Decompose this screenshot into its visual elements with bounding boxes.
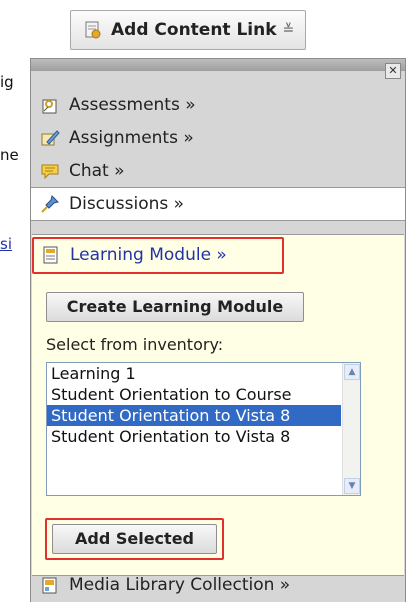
- chevron-down-icon: ≚: [282, 22, 295, 38]
- add-content-link-label: Add Content Link: [111, 20, 277, 40]
- menu-item-label: Assessments »: [69, 95, 196, 115]
- chat-bubble-icon: [39, 160, 61, 182]
- create-learning-module-button[interactable]: Create Learning Module: [46, 292, 304, 322]
- menu-item-discussions[interactable]: Discussions »: [31, 187, 405, 221]
- background-link-fragment[interactable]: si: [0, 235, 30, 257]
- scroll-down-arrow-icon[interactable]: ▼: [344, 478, 360, 494]
- menu-item-label: Media Library Collection »: [69, 575, 291, 595]
- menu-item-label: Chat »: [69, 161, 125, 181]
- list-item-selected[interactable]: Student Orientation to Vista 8: [47, 405, 341, 426]
- menu-item-chat[interactable]: Chat »: [31, 155, 405, 187]
- menu-item-assignments[interactable]: Assignments »: [31, 122, 405, 154]
- document-link-icon: [83, 20, 103, 40]
- menu-item-label: Discussions »: [69, 194, 185, 214]
- assignment-icon: [39, 127, 61, 149]
- background-text-fragment: ne: [0, 146, 19, 164]
- media-library-icon: [39, 574, 61, 596]
- menu-item-assessments[interactable]: Assessments »: [31, 89, 405, 121]
- list-item[interactable]: Learning 1: [47, 363, 341, 384]
- menu-item-label: Assignments »: [69, 128, 194, 148]
- inventory-select-label: Select from inventory:: [46, 335, 224, 354]
- assessment-icon: [39, 94, 61, 116]
- menu-item-media-library[interactable]: Media Library Collection »: [31, 569, 405, 601]
- add-content-link-button[interactable]: Add Content Link ≚: [70, 10, 306, 50]
- learning-module-icon: [40, 244, 62, 266]
- learning-module-label: Learning Module »: [70, 245, 227, 265]
- add-selected-button[interactable]: Add Selected: [52, 524, 217, 554]
- add-content-menu: ✕ Assessments » Assignments » Chat » Dis…: [30, 58, 406, 602]
- background-text-fragment: ig: [0, 73, 14, 91]
- learning-module-panel: Learning Module » Create Learning Module…: [32, 234, 404, 576]
- pin-icon: [39, 193, 61, 215]
- inventory-listbox[interactable]: Learning 1 Student Orientation to Course…: [46, 362, 361, 496]
- menu-title-bar: [31, 59, 405, 71]
- list-item[interactable]: Student Orientation to Vista 8: [47, 426, 341, 447]
- scroll-up-arrow-icon[interactable]: ▲: [344, 364, 360, 380]
- listbox-scrollbar[interactable]: ▲ ▼: [342, 363, 360, 495]
- close-icon[interactable]: ✕: [385, 63, 401, 79]
- menu-item-learning-module[interactable]: Learning Module »: [36, 241, 227, 269]
- list-item[interactable]: Student Orientation to Course: [47, 384, 341, 405]
